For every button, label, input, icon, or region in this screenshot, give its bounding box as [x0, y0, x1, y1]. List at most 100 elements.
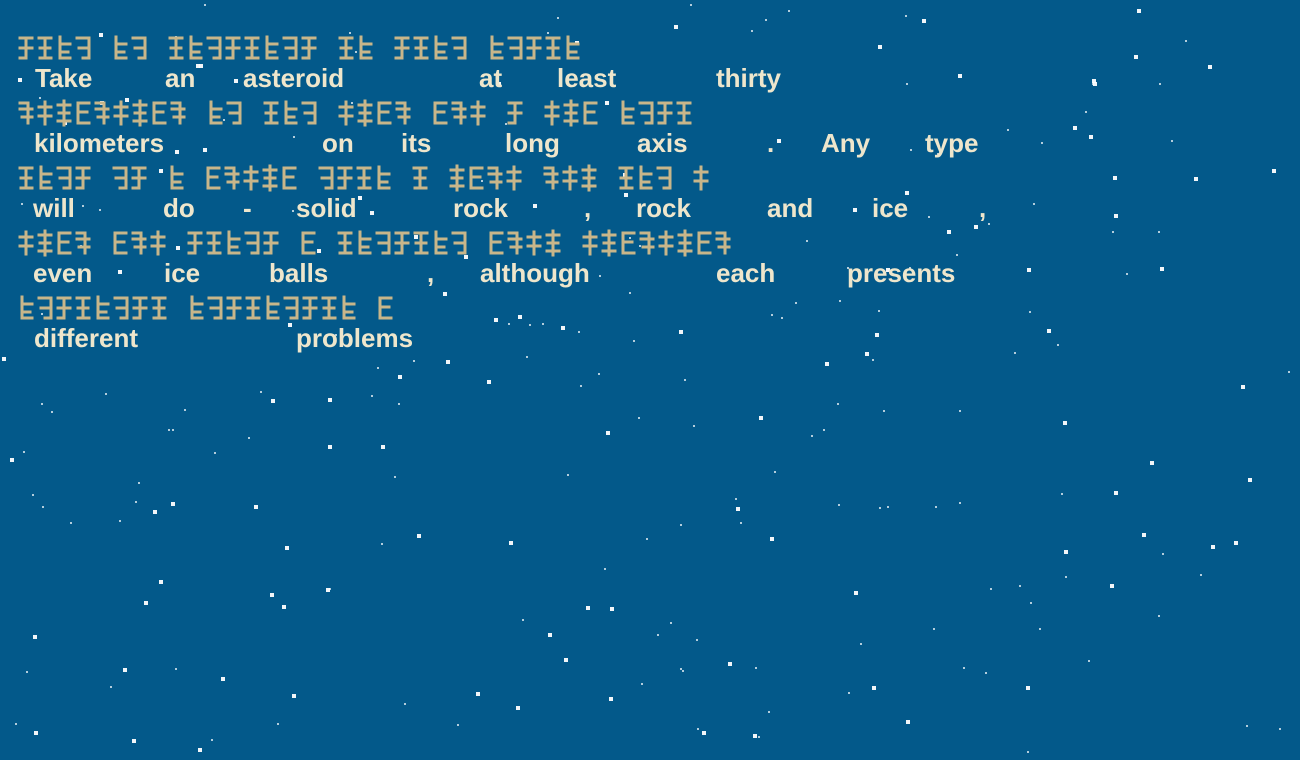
- star: [646, 538, 648, 540]
- alien-glyph: [282, 166, 297, 190]
- alien-glyph: [206, 36, 222, 60]
- star: [1063, 421, 1067, 425]
- alien-glyph: [227, 230, 241, 255]
- alien-glyph: [262, 164, 278, 192]
- star: [959, 410, 961, 412]
- alien-glyph: [37, 296, 53, 320]
- word: least: [557, 63, 617, 93]
- alien-glyph: [224, 166, 240, 190]
- word: Take: [35, 63, 93, 93]
- text-line-1: Take an asteroid at least thirty: [0, 34, 1300, 94]
- alien-glyph: [283, 296, 299, 320]
- star: [377, 367, 379, 369]
- star: [854, 591, 858, 595]
- alien-glyph: [243, 165, 259, 191]
- star: [153, 510, 157, 514]
- word: and: [767, 193, 814, 223]
- star: [598, 373, 600, 375]
- star: [906, 720, 910, 724]
- star: [825, 362, 829, 366]
- alien-glyph: [190, 295, 204, 320]
- alien-glyph: [490, 35, 504, 60]
- star: [204, 4, 206, 6]
- star: [1019, 585, 1021, 587]
- star: [557, 17, 559, 19]
- alien-glyph-row-2: [18, 99, 692, 127]
- star: [1142, 533, 1146, 537]
- star: [610, 607, 614, 611]
- star: [254, 505, 258, 509]
- alien-glyph: [76, 101, 91, 125]
- star: [446, 360, 450, 364]
- star: [684, 379, 686, 381]
- alien-glyph: [562, 165, 578, 191]
- star: [371, 395, 373, 397]
- star: [770, 537, 774, 541]
- star: [696, 639, 698, 641]
- star: [476, 692, 480, 696]
- alien-glyph: [301, 36, 317, 60]
- alien-glyph: [543, 166, 559, 190]
- star: [758, 736, 760, 738]
- star: [1137, 9, 1141, 13]
- word: ,: [979, 193, 987, 223]
- alien-glyph: [244, 231, 260, 255]
- star: [248, 437, 250, 439]
- alien-glyph: [583, 101, 598, 125]
- star: [580, 385, 582, 387]
- star: [735, 498, 737, 500]
- star: [10, 458, 14, 462]
- word: -: [243, 193, 252, 223]
- star: [702, 731, 706, 735]
- alien-glyph: [507, 36, 523, 60]
- alien-glyph: [301, 231, 316, 255]
- alien-glyph: [170, 165, 184, 190]
- alien-glyph: [621, 231, 636, 255]
- star: [883, 410, 885, 412]
- star: [848, 692, 850, 694]
- star: [682, 670, 684, 672]
- alien-glyph: [358, 230, 372, 255]
- star: [123, 668, 127, 672]
- alien-glyph: [563, 99, 579, 127]
- star: [381, 543, 383, 545]
- alien-glyph: [657, 101, 673, 125]
- star: [887, 506, 889, 508]
- alien-glyph: [677, 229, 693, 257]
- alien-glyph: [639, 165, 653, 190]
- alien-glyph: [226, 101, 242, 125]
- star: [759, 416, 763, 420]
- star: [680, 524, 682, 526]
- alien-glyph: [151, 296, 167, 320]
- star: [985, 672, 987, 674]
- alien-glyph: [245, 296, 261, 320]
- alien-glyph: [209, 100, 223, 125]
- word: ,: [427, 258, 435, 288]
- word: long: [505, 128, 560, 158]
- star: [823, 429, 825, 431]
- alien-glyph: [150, 230, 166, 256]
- star: [1039, 628, 1041, 630]
- star: [33, 635, 37, 639]
- star: [638, 417, 640, 419]
- word: Any: [821, 128, 871, 158]
- star: [740, 522, 742, 524]
- star: [398, 403, 400, 405]
- alien-glyph: [170, 101, 186, 125]
- star: [32, 494, 34, 496]
- alien-glyph: [225, 36, 241, 60]
- star: [680, 668, 682, 670]
- star: [282, 605, 286, 609]
- star: [26, 671, 28, 673]
- star: [144, 601, 148, 605]
- star: [788, 10, 790, 12]
- star: [211, 739, 213, 741]
- star: [51, 411, 53, 413]
- star: [990, 588, 992, 590]
- star: [905, 15, 907, 17]
- alien-glyph: [470, 100, 486, 126]
- word: presents: [847, 258, 956, 288]
- star: [509, 541, 513, 545]
- alien-glyph: [318, 166, 334, 190]
- alien-glyph: [413, 231, 429, 255]
